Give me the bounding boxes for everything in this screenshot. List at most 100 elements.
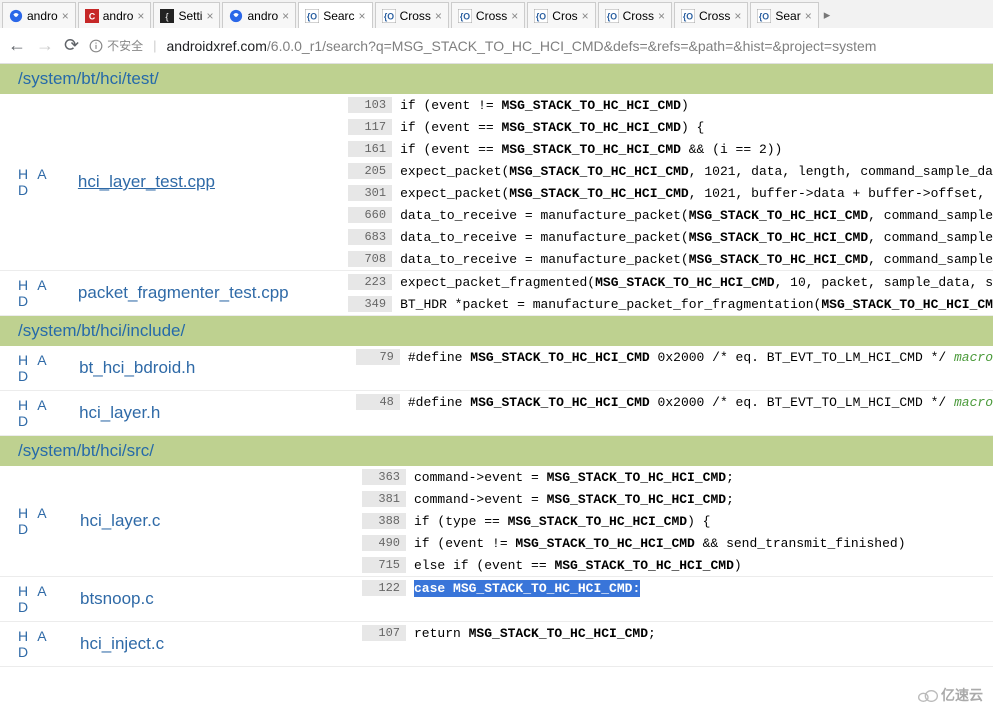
result-line[interactable]: 79#define MSG_STACK_TO_HC_HCI_CMD 0x2000…: [356, 346, 993, 368]
result-line[interactable]: 161if (event == MSG_STACK_TO_HC_HCI_CMD …: [348, 138, 993, 160]
code-text: BT_HDR *packet = manufacture_packet_for_…: [400, 297, 993, 312]
filename-link[interactable]: bt_hci_bdroid.h: [79, 358, 195, 378]
browser-tab[interactable]: {O Sear ×: [750, 2, 818, 28]
line-number[interactable]: 48: [356, 394, 400, 410]
svg-text:{O: {O: [759, 11, 769, 21]
filename-cell: hci_layer.c: [80, 466, 362, 576]
line-number[interactable]: 117: [348, 119, 392, 135]
result-line[interactable]: 363 command->event = MSG_STACK_TO_HC_HCI_…: [362, 466, 993, 488]
back-button[interactable]: ←: [8, 35, 26, 56]
had-links[interactable]: H A D: [0, 271, 78, 315]
code-text: command->event = MSG_STACK_TO_HC_HCI_CMD…: [414, 470, 734, 485]
browser-tab[interactable]: {OCros×: [527, 2, 595, 28]
line-number[interactable]: 161: [348, 141, 392, 157]
filename-link[interactable]: hci_layer_test.cpp: [78, 172, 215, 192]
reload-button[interactable]: ⟳: [64, 35, 79, 56]
result-line[interactable]: 103if (event != MSG_STACK_TO_HC_HCI_CMD): [348, 94, 993, 116]
browser-tab[interactable]: {OCross×: [375, 2, 449, 28]
close-icon[interactable]: ×: [511, 9, 518, 23]
line-number[interactable]: 381: [362, 491, 406, 507]
result-line[interactable]: 381command->event = MSG_STACK_TO_HC_HCI_…: [362, 488, 993, 510]
security-status[interactable]: 不安全: [89, 37, 143, 54]
line-number[interactable]: 683: [348, 229, 392, 245]
line-number[interactable]: 349: [348, 296, 392, 312]
new-tab-button[interactable]: ▸: [821, 2, 834, 28]
directory-link[interactable]: /system/bt/hci/test/: [18, 69, 159, 88]
line-number[interactable]: 107: [362, 625, 406, 641]
filename-link[interactable]: btsnoop.c: [80, 589, 154, 609]
line-number[interactable]: 301: [348, 185, 392, 201]
browser-tab[interactable]: {OCross×: [598, 2, 672, 28]
browser-tab[interactable]: {Setti×: [153, 2, 220, 28]
line-number[interactable]: 205: [348, 163, 392, 179]
had-links[interactable]: H A D: [0, 466, 80, 576]
browser-tab[interactable]: andro×: [222, 2, 296, 28]
line-number[interactable]: 103: [348, 97, 392, 113]
close-icon[interactable]: ×: [582, 9, 589, 23]
close-icon[interactable]: ×: [282, 9, 289, 23]
tab-label: Sear: [775, 9, 800, 23]
result-line[interactable]: 660data_to_receive = manufacture_packet(…: [348, 204, 993, 226]
line-number[interactable]: 79: [356, 349, 400, 365]
filename-link[interactable]: packet_fragmenter_test.cpp: [78, 283, 289, 303]
close-icon[interactable]: ×: [62, 9, 69, 23]
result-line[interactable]: 683data_to_receive = manufacture_packet(…: [348, 226, 993, 248]
favicon-icon: {O: [458, 9, 472, 23]
browser-tab[interactable]: Candro×: [78, 2, 152, 28]
result-line[interactable]: 708data_to_receive = manufacture_packet(…: [348, 248, 993, 270]
line-number[interactable]: 660: [348, 207, 392, 223]
had-links[interactable]: H A D: [0, 391, 79, 435]
browser-tab[interactable]: andro×: [2, 2, 76, 28]
tab-label: Searc: [323, 9, 354, 23]
result-line[interactable]: 715else if (event == MSG_STACK_TO_HC_HCI…: [362, 554, 993, 576]
close-icon[interactable]: ×: [137, 9, 144, 23]
line-number[interactable]: 715: [362, 557, 406, 573]
line-number[interactable]: 708: [348, 251, 392, 267]
file-row: H A Dhci_layer.c 363 command->event = MSG_…: [0, 466, 993, 577]
line-number[interactable]: 363: [362, 469, 406, 485]
forward-button[interactable]: →: [36, 35, 54, 56]
line-number[interactable]: 388: [362, 513, 406, 529]
close-icon[interactable]: ×: [658, 9, 665, 23]
result-line[interactable]: 117 if (event == MSG_STACK_TO_HC_HCI_CMD)…: [348, 116, 993, 138]
line-number[interactable]: 122: [362, 580, 406, 596]
close-icon[interactable]: ×: [435, 9, 442, 23]
filename-link[interactable]: hci_layer.h: [79, 403, 160, 423]
close-icon[interactable]: ×: [206, 9, 213, 23]
close-icon[interactable]: ×: [359, 9, 366, 23]
result-line[interactable]: 349 BT_HDR *packet = manufacture_packet_f…: [348, 293, 993, 315]
result-line[interactable]: 388if (type == MSG_STACK_TO_HC_HCI_CMD) …: [362, 510, 993, 532]
url-display[interactable]: androidxref.com/6.0.0_r1/search?q=MSG_ST…: [167, 38, 877, 54]
had-links[interactable]: H A D: [0, 94, 78, 270]
result-line[interactable]: 205 expect_packet(MSG_STACK_TO_HC_HCI_CMD…: [348, 160, 993, 182]
had-links[interactable]: H A D: [0, 346, 79, 390]
close-icon[interactable]: ×: [734, 9, 741, 23]
filename-link[interactable]: hci_inject.c: [80, 634, 164, 654]
result-line[interactable]: 107return MSG_STACK_TO_HC_HCI_CMD;: [362, 622, 993, 644]
filename-link[interactable]: hci_layer.c: [80, 511, 160, 531]
result-line[interactable]: 301expect_packet(MSG_STACK_TO_HC_HCI_CMD…: [348, 182, 993, 204]
svg-text:{O: {O: [536, 11, 546, 21]
browser-tab[interactable]: {OCross×: [674, 2, 748, 28]
address-bar: ← → ⟳ 不安全 | androidxref.com/6.0.0_r1/sea…: [0, 28, 993, 64]
result-line[interactable]: 490if (event != MSG_STACK_TO_HC_HCI_CMD …: [362, 532, 993, 554]
directory-link[interactable]: /system/bt/hci/include/: [18, 321, 185, 340]
result-line[interactable]: 48 #define MSG_STACK_TO_HC_HCI_CMD 0x2000…: [356, 391, 993, 413]
url-path: /6.0.0_r1/search?q=MSG_STACK_TO_HC_HCI_C…: [267, 38, 877, 54]
browser-tab[interactable]: {OSearc×: [298, 2, 372, 28]
code-text: if (event == MSG_STACK_TO_HC_HCI_CMD) {: [400, 120, 704, 135]
line-number[interactable]: 223: [348, 274, 392, 290]
code-text: #define MSG_STACK_TO_HC_HCI_CMD 0x2000 /…: [408, 395, 993, 410]
directory-link[interactable]: /system/bt/hci/src/: [18, 441, 154, 460]
had-links[interactable]: H A D: [0, 622, 80, 666]
favicon-icon: {O: [757, 9, 771, 23]
had-links[interactable]: H A D: [0, 577, 80, 621]
info-icon: [89, 39, 103, 53]
close-icon[interactable]: ×: [805, 9, 812, 23]
browser-tab[interactable]: {OCross×: [451, 2, 525, 28]
line-number[interactable]: 490: [362, 535, 406, 551]
code-text: expect_packet(MSG_STACK_TO_HC_HCI_CMD, 1…: [400, 164, 993, 179]
result-line[interactable]: 122case MSG_STACK_TO_HC_HCI_CMD:: [362, 577, 993, 599]
directory-header: /system/bt/hci/include/: [0, 316, 993, 346]
result-line[interactable]: 223expect_packet_fragmented(MSG_STACK_TO…: [348, 271, 993, 293]
